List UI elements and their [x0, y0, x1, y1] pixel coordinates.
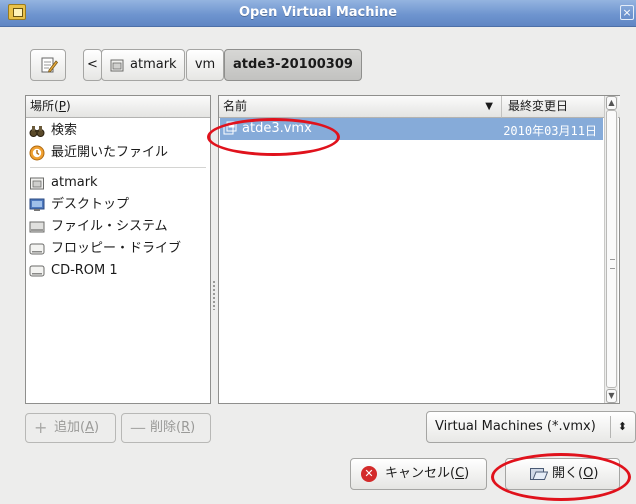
window-title: Open Virtual Machine	[238, 5, 398, 20]
scroll-down-icon[interactable]: ▼	[606, 389, 617, 403]
recent-icon	[29, 145, 45, 161]
places-separator	[30, 167, 206, 168]
open-button[interactable]: 開く(O)	[505, 458, 620, 490]
column-header-name[interactable]: 名前 ▼	[219, 96, 502, 118]
place-item-atmark[interactable]: atmark	[26, 172, 210, 194]
add-place-button[interactable]: + 追加(A)	[25, 413, 116, 443]
sort-descending-icon: ▼	[485, 101, 493, 112]
file-type-filter[interactable]: Virtual Machines (*.vmx) ⬍	[426, 411, 636, 443]
drive-icon	[29, 221, 45, 233]
place-item-search[interactable]: 検索	[26, 120, 210, 142]
plus-icon: +	[34, 418, 48, 437]
open-vm-dialog: Open Virtual Machine × < atmark vm atde3…	[0, 0, 636, 504]
scroll-up-icon[interactable]: ▲	[606, 96, 617, 110]
crumb-atmark[interactable]: atmark	[101, 49, 185, 81]
path-back-button[interactable]: <	[83, 49, 102, 81]
scrollbar-thumb[interactable]	[606, 110, 617, 388]
place-label: デスクトップ	[51, 197, 130, 212]
home-folder-icon	[110, 59, 124, 71]
filter-selected: Virtual Machines (*.vmx)	[435, 419, 596, 434]
vm-file-icon	[223, 121, 237, 135]
floppy-icon	[29, 243, 45, 255]
place-item-cdrom[interactable]: CD-ROM 1	[26, 260, 210, 282]
place-label: atmark	[51, 175, 98, 190]
edit-icon	[41, 57, 58, 73]
cdrom-icon	[29, 265, 45, 277]
place-item-floppy[interactable]: フロッピー・ドライブ	[26, 238, 210, 260]
chevron-left-icon: <	[87, 57, 98, 72]
open-folder-icon	[530, 468, 548, 480]
file-name: atde3.vmx	[242, 121, 312, 136]
minus-icon: —	[130, 418, 146, 437]
close-icon[interactable]: ×	[620, 5, 634, 20]
binoculars-icon	[29, 126, 45, 137]
crumb-label: atde3-20100309	[233, 57, 353, 72]
place-label: CD-ROM 1	[51, 263, 118, 278]
updown-arrow-icon: ⬍	[617, 420, 627, 433]
crumb-current[interactable]: atde3-20100309	[224, 49, 362, 81]
place-item-filesystem[interactable]: ファイル・システム	[26, 216, 210, 238]
type-location-button[interactable]	[30, 49, 66, 81]
cancel-icon: ✕	[361, 466, 377, 482]
combo-separator	[610, 416, 611, 438]
place-label: フロッピー・ドライブ	[51, 241, 182, 256]
cancel-button[interactable]: ✕ キャンセル(C)	[350, 458, 487, 490]
file-modified-date: 2010年03月11日	[503, 124, 597, 138]
home-folder-icon	[30, 177, 44, 190]
pane-splitter[interactable]	[212, 280, 216, 310]
grip-icon	[610, 259, 615, 269]
crumb-vm[interactable]: vm	[186, 49, 224, 81]
crumb-label: vm	[194, 57, 216, 72]
title-bar: Open Virtual Machine ×	[0, 0, 636, 27]
remove-place-button[interactable]: — 削除(R)	[121, 413, 211, 443]
file-row[interactable]: atde3.vmx 2010年03月11日	[220, 118, 603, 140]
file-list-scrollbar[interactable]: ▲ ▼	[604, 96, 618, 403]
place-item-recent[interactable]: 最近開いたファイル	[26, 142, 210, 164]
places-pane: 場所(P) 検索 最近開いたファイル atmark デスクトップ ファイル・シス…	[25, 95, 211, 404]
place-label: 最近開いたファイル	[51, 145, 169, 160]
places-header[interactable]: 場所(P)	[26, 96, 210, 118]
desktop-icon	[29, 198, 45, 211]
place-item-desktop[interactable]: デスクトップ	[26, 194, 210, 216]
crumb-label: atmark	[130, 57, 177, 72]
place-label: 検索	[51, 123, 78, 138]
file-list-pane: 名前 ▼ 最終変更日 atde3.vmx 2010年03月11日 ▲ ▼	[218, 95, 620, 404]
place-label: ファイル・システム	[51, 219, 168, 234]
column-header-modified[interactable]: 最終変更日	[502, 96, 620, 118]
